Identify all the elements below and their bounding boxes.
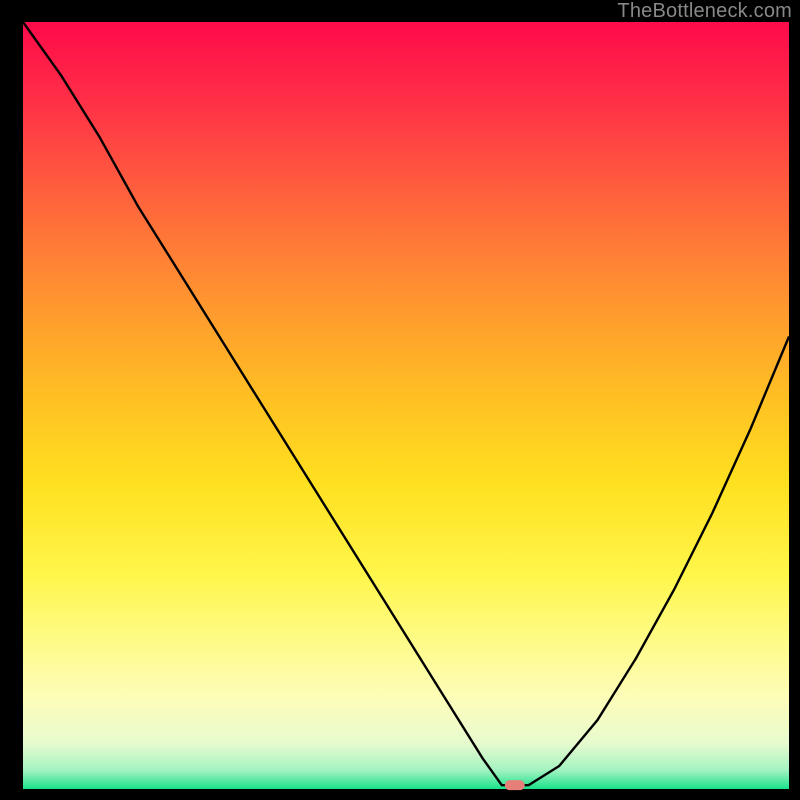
bottleneck-chart [0, 0, 800, 800]
sweet-spot-marker [505, 780, 525, 790]
plot-background [23, 22, 789, 789]
watermark: TheBottleneck.com [617, 0, 792, 23]
